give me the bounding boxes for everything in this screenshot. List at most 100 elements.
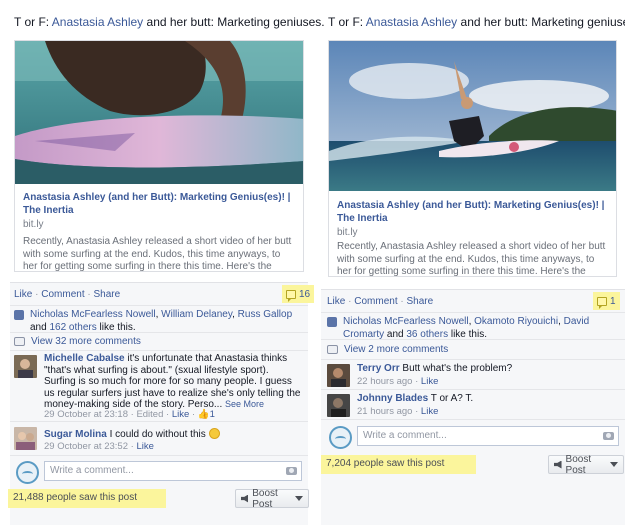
comment: Terry Orr Butt what's the problem? 22 ho… bbox=[321, 360, 625, 390]
avatar[interactable] bbox=[327, 394, 350, 417]
smiley-icon bbox=[208, 428, 220, 439]
comment-link[interactable]: Comment bbox=[41, 289, 84, 300]
comment-link[interactable]: Comment bbox=[354, 296, 397, 307]
comment-count: 16 bbox=[299, 288, 311, 300]
comment-time[interactable]: 21 hours ago bbox=[357, 406, 412, 417]
comment-input[interactable]: Write a comment... bbox=[44, 461, 302, 481]
tagged-name-link[interactable]: Anastasia Ashley bbox=[366, 15, 457, 29]
likes-and: and bbox=[30, 322, 47, 333]
link-title[interactable]: Anastasia Ashley (and her Butt): Marketi… bbox=[23, 191, 297, 217]
share-link[interactable]: Share bbox=[94, 289, 121, 300]
comment-like-link[interactable]: Like bbox=[421, 376, 438, 387]
likes-row: Nicholas McFearless Nowell, Okamoto Riyo… bbox=[321, 312, 625, 340]
link-description: Recently, Anastasia Ashley released a sh… bbox=[337, 241, 606, 277]
link-title[interactable]: Anastasia Ashley (and her Butt): Marketi… bbox=[337, 199, 610, 225]
avatar[interactable] bbox=[14, 427, 37, 450]
post-message: T or F: Anastasia Ashley and her butt: M… bbox=[328, 15, 625, 30]
view-more-row: View 2 more comments bbox=[321, 340, 625, 360]
underwater-surf-photo bbox=[15, 41, 303, 184]
view-more-row: View 32 more comments bbox=[10, 333, 308, 351]
post-actions: Like · Comment · Share bbox=[327, 296, 434, 307]
comment-meta: 22 hours ago · Like bbox=[357, 376, 439, 387]
comment-like-link[interactable]: Like bbox=[172, 409, 189, 420]
tagged-name-link[interactable]: Anastasia Ashley bbox=[52, 15, 143, 29]
boost-post-label: Boost Post bbox=[565, 453, 592, 476]
comment: Sugar Molina I could do without this 29 … bbox=[10, 422, 308, 456]
liker-name[interactable]: William Delaney bbox=[161, 309, 232, 320]
chevron-down-icon bbox=[295, 496, 303, 501]
post-reach-text: 7,204 people saw this post bbox=[321, 455, 476, 474]
comment-author[interactable]: Sugar Molina bbox=[44, 429, 107, 440]
likes-sentence: Nicholas McFearless Nowell, William Dela… bbox=[30, 309, 293, 333]
avatar[interactable] bbox=[327, 364, 350, 387]
camera-icon[interactable] bbox=[603, 432, 614, 440]
comment-time[interactable]: 22 hours ago bbox=[357, 376, 412, 387]
likes-others-link[interactable]: 36 others bbox=[406, 329, 448, 340]
comment-author[interactable]: Johnny Blades bbox=[357, 393, 428, 404]
liker-name[interactable]: Nicholas McFearless Nowell bbox=[30, 309, 156, 320]
comment-count-badge[interactable]: 1 bbox=[593, 292, 620, 310]
ufi-panel: Like · Comment · Share 1 Nicholas McFear… bbox=[321, 289, 625, 525]
comment-text: T or A? T. bbox=[430, 393, 474, 404]
comment-time[interactable]: 29 October at 23:52 bbox=[44, 441, 128, 452]
liker-name[interactable]: Russ Gallop bbox=[238, 309, 292, 320]
comment-like-link[interactable]: Like bbox=[136, 441, 153, 452]
link-preview-image[interactable] bbox=[329, 41, 616, 191]
view-more-comments-link[interactable]: View 32 more comments bbox=[31, 336, 141, 347]
comment-input-placeholder: Write a comment... bbox=[363, 430, 447, 441]
comment-bubble-icon bbox=[597, 296, 607, 309]
comment-like-link[interactable]: Like bbox=[421, 406, 438, 417]
thumbs-up-icon bbox=[14, 310, 24, 320]
megaphone-icon bbox=[554, 460, 562, 469]
likes-row: Nicholas McFearless Nowell, William Dela… bbox=[10, 305, 308, 333]
edited-label[interactable]: Edited bbox=[136, 409, 163, 420]
likes-and: and bbox=[386, 329, 404, 340]
likes-suffix: like this. bbox=[450, 329, 487, 340]
comment-meta: 29 October at 23:18 · Edited · Like · 👍1 bbox=[44, 409, 215, 420]
comment-body: Sugar Molina I could do without this bbox=[44, 428, 302, 441]
surfer-wave-photo bbox=[329, 41, 616, 191]
post-text-suffix: and her butt: Marketing geniuses. bbox=[457, 15, 625, 29]
post-actions: Like · Comment · Share bbox=[14, 289, 121, 300]
comments-icon bbox=[14, 337, 25, 346]
likes-suffix: like this. bbox=[99, 322, 136, 333]
likes-others-link[interactable]: 162 others bbox=[49, 322, 96, 333]
like-link[interactable]: Like bbox=[327, 296, 345, 307]
post-left: T or F: Anastasia Ashley and her butt: M… bbox=[0, 0, 325, 525]
comment-body: Johnny Blades T or A? T. bbox=[357, 393, 619, 405]
comment-count: 1 bbox=[610, 295, 616, 307]
comment-count-badge[interactable]: 16 bbox=[282, 285, 315, 303]
boost-post-button[interactable]: Boost Post bbox=[548, 453, 624, 476]
post-text-prefix: T or F: bbox=[14, 15, 52, 29]
post-text-prefix: T or F: bbox=[328, 15, 366, 29]
post-right: T or F: Anastasia Ashley and her butt: M… bbox=[316, 0, 625, 525]
link-preview-card[interactable]: Anastasia Ashley (and her Butt): Marketi… bbox=[328, 40, 617, 277]
like-link[interactable]: Like bbox=[14, 289, 32, 300]
camera-icon[interactable] bbox=[286, 467, 297, 475]
comment: Johnny Blades T or A? T. 21 hours ago · … bbox=[321, 390, 625, 420]
link-domain: bit.ly bbox=[337, 227, 358, 238]
comment-body: Terry Orr Butt what's the problem? bbox=[357, 363, 619, 375]
comment-text: Butt what's the problem? bbox=[402, 363, 513, 374]
comment-time[interactable]: 29 October at 23:18 bbox=[44, 409, 128, 420]
view-more-comments-link[interactable]: View 2 more comments bbox=[344, 344, 448, 355]
current-user-avatar bbox=[329, 426, 352, 449]
link-description: Recently, Anastasia Ashley released a sh… bbox=[23, 236, 292, 272]
see-more-link[interactable]: See More bbox=[225, 399, 264, 409]
comment-input[interactable]: Write a comment... bbox=[357, 426, 619, 446]
comment-author[interactable]: Terry Orr bbox=[357, 363, 400, 374]
comment-like-count[interactable]: 1 bbox=[210, 409, 215, 420]
share-link[interactable]: Share bbox=[407, 296, 434, 307]
comment-body: Michelle Cabalse it's unfortunate that A… bbox=[44, 353, 302, 411]
link-preview-card[interactable]: Anastasia Ashley (and her Butt): Marketi… bbox=[14, 40, 304, 272]
current-user-avatar bbox=[16, 461, 39, 484]
comment-meta: 21 hours ago · Like bbox=[357, 406, 439, 417]
liker-name[interactable]: Nicholas McFearless Nowell bbox=[343, 316, 469, 327]
boost-post-button[interactable]: Boost Post bbox=[235, 488, 309, 510]
avatar[interactable] bbox=[14, 355, 37, 378]
comment-input-placeholder: Write a comment... bbox=[50, 465, 134, 476]
comment-author[interactable]: Michelle Cabalse bbox=[44, 353, 125, 364]
post-text-suffix: and her butt: Marketing geniuses. bbox=[143, 15, 325, 29]
link-preview-image[interactable] bbox=[15, 41, 303, 184]
liker-name[interactable]: Okamoto Riyouichi bbox=[474, 316, 558, 327]
